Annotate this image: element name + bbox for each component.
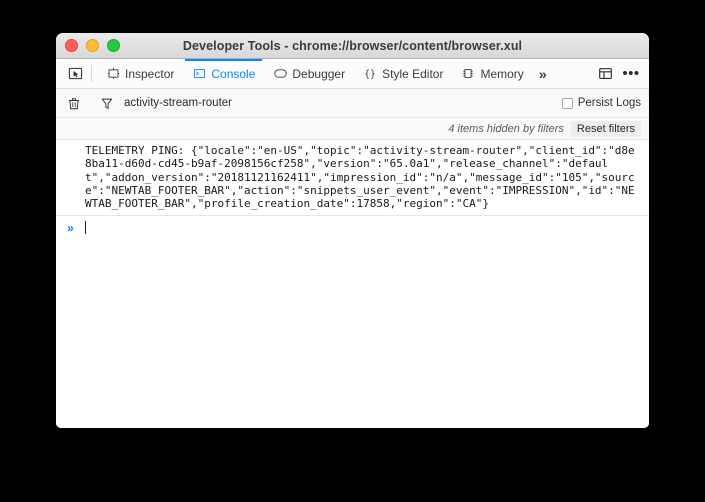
prompt-caret: [85, 221, 86, 235]
console-icon: [192, 67, 206, 81]
tab-inspector[interactable]: Inspector: [97, 59, 183, 88]
style-editor-icon: {}: [363, 67, 377, 81]
filter-input[interactable]: [124, 97, 562, 109]
dock-layout-icon[interactable]: [593, 62, 617, 86]
element-picker-icon[interactable]: [62, 59, 88, 88]
tabs-overflow-chevron-icon[interactable]: »: [533, 59, 553, 88]
window-title: Developer Tools - chrome://browser/conte…: [182, 38, 523, 53]
devtools-window: Developer Tools - chrome://browser/conte…: [56, 33, 649, 428]
tab-label-debugger: Debugger: [292, 66, 346, 81]
trash-icon[interactable]: [62, 92, 86, 114]
tab-label-memory: Memory: [480, 66, 524, 81]
traffic-light-controls: [56, 39, 120, 52]
filter-notice-bar: 4 items hidden by filters Reset filters: [56, 118, 649, 140]
console-output: TELEMETRY PING: {"locale":"en-US","topic…: [56, 140, 649, 428]
persist-logs-label: Persist Logs: [577, 97, 641, 109]
memory-icon: [461, 67, 475, 81]
toolbar-right-controls: •••: [593, 59, 645, 88]
window-titlebar: Developer Tools - chrome://browser/conte…: [56, 33, 649, 59]
console-log-row[interactable]: TELEMETRY PING: {"locale":"en-US","topic…: [56, 140, 649, 217]
hidden-items-text: 4 items hidden by filters: [448, 122, 564, 135]
log-message-text: TELEMETRY PING: {"locale":"en-US","topic…: [85, 144, 635, 211]
prompt-chevron-icon: »: [67, 220, 74, 235]
inspector-icon: [106, 67, 120, 81]
close-button[interactable]: [65, 39, 78, 52]
devtools-tabs: Inspector Console Debugger {} Style Edit…: [97, 59, 593, 88]
devtools-tab-toolbar: Inspector Console Debugger {} Style Edit…: [56, 59, 649, 89]
tab-label-console: Console: [211, 66, 256, 81]
toolbar-divider: [91, 65, 92, 82]
minimize-button[interactable]: [86, 39, 99, 52]
filter-funnel-icon[interactable]: [95, 92, 119, 114]
tab-label-style-editor: Style Editor: [382, 66, 444, 81]
tab-memory[interactable]: Memory: [452, 59, 532, 88]
debugger-icon: [273, 67, 287, 81]
console-prompt-row[interactable]: »: [56, 216, 649, 241]
tab-style-editor[interactable]: {} Style Editor: [354, 59, 452, 88]
persist-logs-toggle[interactable]: Persist Logs: [561, 97, 641, 109]
console-prompt-input[interactable]: [90, 221, 649, 235]
persist-logs-checkbox[interactable]: [561, 97, 573, 109]
svg-text:{}: {}: [364, 69, 376, 80]
meatball-menu-icon[interactable]: •••: [619, 62, 643, 86]
tab-console[interactable]: Console: [183, 59, 264, 88]
reset-filters-button[interactable]: Reset filters: [570, 120, 641, 137]
tab-label-inspector: Inspector: [125, 66, 175, 81]
tab-debugger[interactable]: Debugger: [264, 59, 354, 88]
zoom-button[interactable]: [107, 39, 120, 52]
console-filter-toolbar: Persist Logs: [56, 89, 649, 118]
